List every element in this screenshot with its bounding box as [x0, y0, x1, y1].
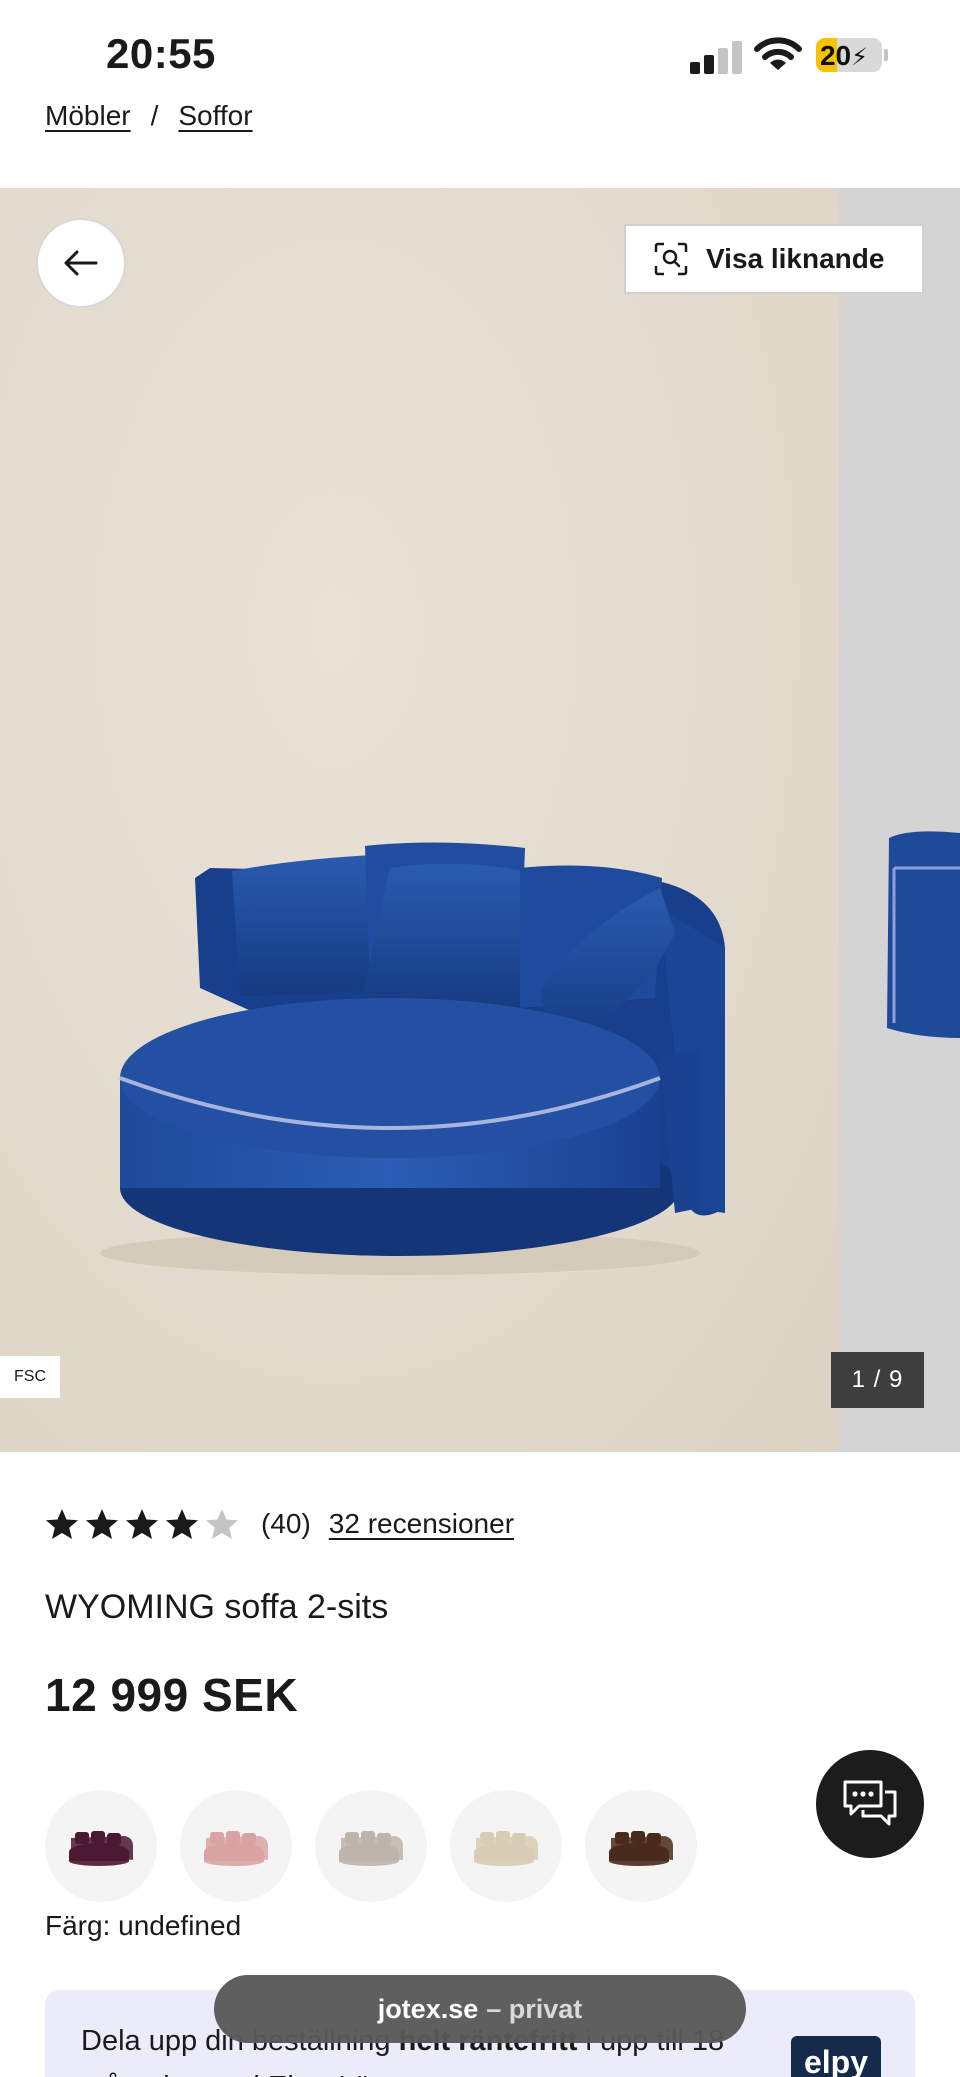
- star-filled-icon: [126, 1509, 158, 1539]
- back-button[interactable]: [36, 218, 126, 308]
- browsing-mode: – privat: [486, 1993, 583, 2024]
- next-product-image[interactable]: [839, 188, 960, 1452]
- rating-row: (40) 32 recensioner: [45, 1508, 514, 1540]
- color-swatch-1[interactable]: [45, 1790, 157, 1902]
- image-counter: 1 / 9: [831, 1352, 924, 1408]
- sofa-illustration: [100, 842, 725, 1275]
- elpy-logo: elpy: [791, 2036, 881, 2077]
- chat-button[interactable]: [816, 1750, 924, 1858]
- battery-charging-icon: 20⚡: [816, 38, 888, 72]
- arrow-left-icon: [64, 250, 98, 276]
- star-rating: [45, 1508, 239, 1540]
- visual-search-icon: [654, 242, 688, 276]
- sofa-thumbnail-icon: [204, 1831, 268, 1866]
- sofa-thumbnail-icon: [474, 1831, 538, 1866]
- product-title: WYOMING soffa 2-sits: [45, 1588, 389, 1626]
- star-filled-icon: [86, 1509, 118, 1539]
- show-similar-button[interactable]: Visa liknande: [624, 224, 924, 294]
- cellular-signal-icon: [690, 40, 742, 74]
- rating-count: (40): [261, 1508, 311, 1539]
- wifi-icon: [754, 37, 802, 70]
- fsc-badge: FSC: [0, 1356, 60, 1398]
- breadcrumb: Möbler / Soffor: [45, 100, 253, 132]
- sofa-thumbnail-icon: [69, 1831, 133, 1866]
- color-swatch-5[interactable]: [585, 1790, 697, 1902]
- reviews-link[interactable]: 32 recensioner: [329, 1508, 514, 1540]
- sofa-thumbnail-icon: [609, 1831, 673, 1866]
- breadcrumb-separator: /: [150, 100, 159, 131]
- product-price: 12 999 SEK: [45, 1669, 299, 1721]
- show-similar-label: Visa liknande: [706, 243, 885, 274]
- star-filled-icon: [46, 1509, 78, 1539]
- color-swatch-3[interactable]: [315, 1790, 427, 1902]
- star-empty-icon: [206, 1509, 238, 1539]
- color-swatch-4[interactable]: [450, 1790, 562, 1902]
- chat-icon: [843, 1780, 897, 1826]
- next-image-preview: [887, 831, 960, 1038]
- color-label: Färg: undefined: [45, 1910, 242, 1941]
- breadcrumb-item-mobler[interactable]: Möbler: [45, 100, 131, 132]
- breadcrumb-item-soffor[interactable]: Soffor: [178, 100, 252, 132]
- product-gallery[interactable]: Visa liknande FSC 1 / 9: [0, 188, 960, 1452]
- star-filled-icon: [166, 1509, 198, 1539]
- battery-level: 20: [819, 40, 852, 71]
- color-swatch-2[interactable]: [180, 1790, 292, 1902]
- status-time: 20:55: [106, 30, 216, 77]
- status-bar: 20:55 20⚡: [0, 0, 960, 110]
- browser-url-bar[interactable]: jotex.se – privat: [214, 1975, 746, 2043]
- color-swatches: [45, 1790, 697, 1902]
- product-image[interactable]: [0, 188, 839, 1452]
- sofa-thumbnail-icon: [339, 1831, 403, 1866]
- url-domain: jotex.se: [377, 1993, 479, 2024]
